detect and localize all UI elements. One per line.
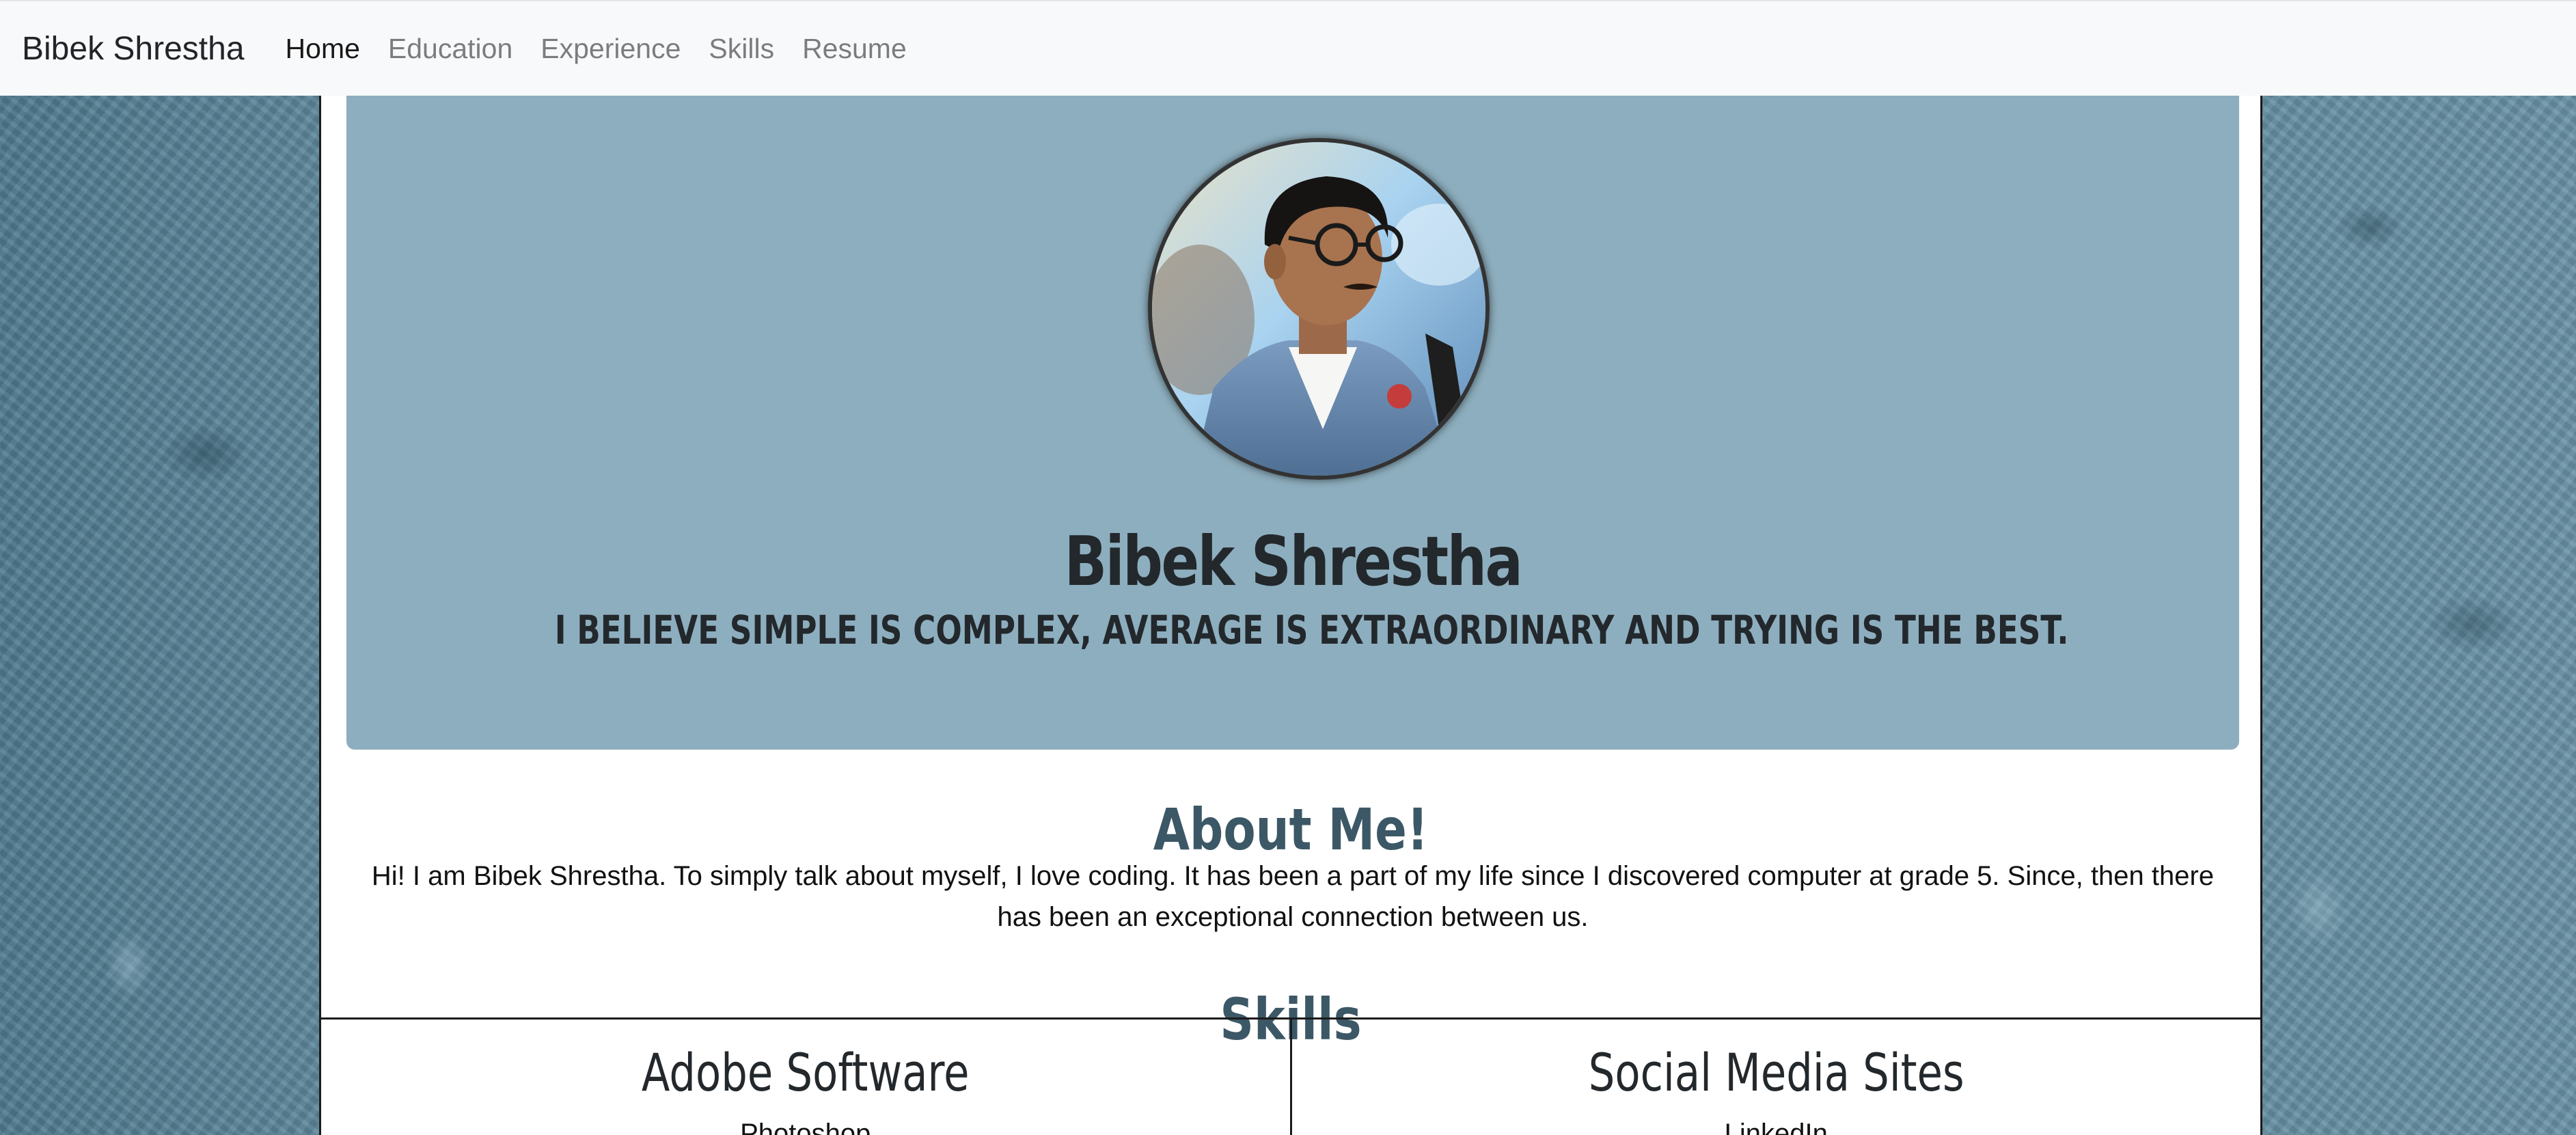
avatar: [1148, 138, 1490, 480]
navbar-brand[interactable]: Bibek Shrestha: [22, 30, 245, 68]
hero-quote: I BELIEVE SIMPLE IS COMPLEX, AVERAGE IS …: [554, 607, 2069, 654]
about-title: About Me!: [1153, 795, 1429, 863]
navbar: Bibek Shrestha Home Education Experience…: [0, 0, 2576, 96]
about-text: Hi! I am Bibek Shrestha. To simply talk …: [371, 861, 2215, 932]
nav-link-education[interactable]: Education: [388, 33, 512, 65]
nav-link-skills[interactable]: Skills: [709, 33, 774, 65]
hero-banner: Bibek Shrestha I BELIEVE SIMPLE IS COMPL…: [346, 96, 2239, 750]
hero-name: Bibek Shrestha: [1064, 521, 1523, 601]
nav-link-resume[interactable]: Resume: [802, 33, 907, 65]
skill-item: LinkedIn: [1724, 1119, 1828, 1135]
skill-heading: Adobe Software: [641, 1042, 970, 1103]
skill-column-social: Social Media Sites LinkedIn: [1289, 1020, 2262, 1135]
main-container: Bibek Shrestha I BELIEVE SIMPLE IS COMPL…: [319, 96, 2262, 1135]
skills-grid: Adobe Software Photoshop Social Media Si…: [319, 1017, 2262, 1135]
nav-link-experience[interactable]: Experience: [540, 33, 681, 65]
skill-column-adobe: Adobe Software Photoshop: [319, 1020, 1290, 1135]
profile-photo-icon: [1152, 142, 1485, 476]
nav-link-home[interactable]: Home: [286, 33, 360, 65]
skill-heading: Social Media Sites: [1588, 1042, 1964, 1103]
skill-item: Photoshop: [740, 1119, 871, 1135]
